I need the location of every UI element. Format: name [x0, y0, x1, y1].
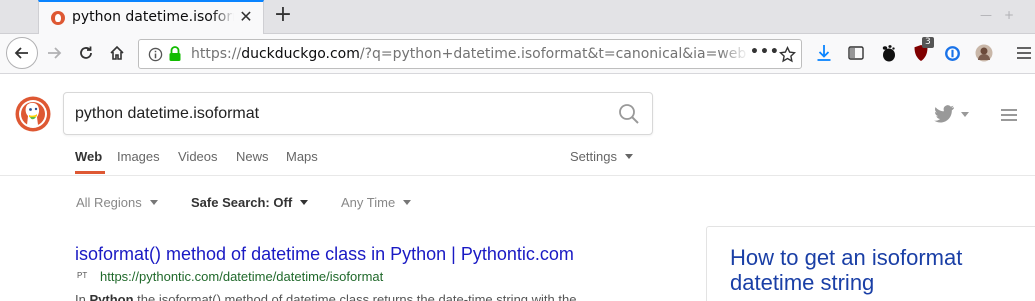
safe-search-label: Safe Search: Off: [191, 195, 293, 210]
overflow-icon: [1017, 47, 1031, 59]
snippet-prefix: In: [75, 292, 90, 301]
bookmark-star-icon[interactable]: [779, 46, 796, 63]
reload-icon: [80, 46, 92, 59]
chevron-down-icon: [624, 154, 633, 159]
result-favicon: PT: [77, 271, 88, 280]
safe-search-filter[interactable]: Safe Search: Off: [191, 195, 309, 210]
tab-maps[interactable]: Maps: [286, 149, 318, 164]
time-filter[interactable]: Any Time: [341, 195, 412, 210]
snippet-text: the isoformat() method of datetime class…: [133, 292, 577, 301]
tab-images[interactable]: Images: [117, 149, 160, 164]
chevron-down-icon: [300, 200, 309, 205]
sidebar-button[interactable]: [845, 42, 867, 64]
forward-button[interactable]: [40, 39, 68, 67]
url-path: /?q=python+datetime.isoformat&t=canonica…: [359, 46, 747, 62]
side-panel-title[interactable]: How to get an isoformat datetime string: [730, 245, 1020, 295]
settings-label: Settings: [570, 149, 617, 164]
account-button[interactable]: [973, 42, 995, 64]
home-icon: [110, 45, 124, 60]
tab-news[interactable]: News: [236, 149, 269, 164]
answer-side-panel: How to get an isoformat datetime string: [706, 226, 1035, 301]
home-button[interactable]: [103, 39, 131, 67]
password-manager-icon: [944, 45, 960, 61]
search-icon[interactable]: [618, 103, 640, 125]
snippet-highlight: Python: [89, 292, 134, 301]
new-tab-button[interactable]: +: [270, 3, 296, 29]
search-box[interactable]: [63, 92, 653, 135]
password-manager-button[interactable]: [941, 42, 963, 64]
settings-dropdown[interactable]: Settings: [570, 149, 633, 164]
chevron-down-icon: [961, 112, 969, 117]
maximize-icon[interactable]: +: [1004, 8, 1014, 22]
gnome-icon: [882, 45, 895, 62]
duckduckgo-favicon-icon: [51, 11, 65, 25]
region-filter[interactable]: All Regions: [76, 195, 158, 210]
sidebar-icon: [848, 46, 864, 60]
tab-close-icon[interactable]: ✕: [237, 8, 255, 26]
url-bar[interactable]: https://duckduckgo.com/?q=python+datetim…: [138, 39, 802, 69]
url-scheme: https://: [191, 46, 242, 62]
twitter-dropdown[interactable]: [933, 105, 975, 125]
duckduckgo-logo-icon[interactable]: [15, 96, 51, 132]
result-title-link[interactable]: isoformat() method of datetime class in …: [75, 244, 574, 265]
ddg-header: Web Images Videos News Maps Settings: [0, 75, 1035, 176]
tab-title: python datetime.isoformat: [72, 9, 234, 25]
result-url-link[interactable]: https://pythontic.com/datetime/datetime/…: [100, 269, 383, 284]
tab-strip: python datetime.isoformat ✕ + — +: [0, 0, 1035, 34]
url-text[interactable]: https://duckduckgo.com/?q=python+datetim…: [191, 46, 749, 62]
reload-button[interactable]: [72, 39, 100, 67]
overflow-menu-button[interactable]: [1013, 42, 1035, 64]
chevron-down-icon: [149, 200, 158, 205]
time-filter-label: Any Time: [341, 195, 396, 210]
tab-videos[interactable]: Videos: [178, 149, 218, 164]
active-tab-indicator: [75, 171, 105, 174]
download-icon: [817, 45, 831, 61]
info-icon[interactable]: [148, 47, 163, 62]
minimize-icon[interactable]: —: [980, 8, 992, 22]
tab-web[interactable]: Web: [75, 149, 102, 164]
hamburger-icon[interactable]: [1001, 109, 1017, 121]
navigation-toolbar: https://duckduckgo.com/?q=python+datetim…: [0, 34, 1035, 74]
lock-icon[interactable]: [168, 46, 182, 62]
search-filters: All Regions Safe Search: Off Any Time: [0, 177, 1035, 227]
browser-tab-active[interactable]: python datetime.isoformat ✕: [38, 0, 264, 34]
downloads-button[interactable]: [813, 42, 835, 64]
ublock-button[interactable]: 3: [910, 37, 934, 64]
back-button[interactable]: [6, 37, 38, 69]
chevron-down-icon: [403, 200, 412, 205]
region-filter-label: All Regions: [76, 195, 142, 210]
gnome-extension-button[interactable]: [877, 42, 899, 64]
ublock-badge: 3: [922, 37, 934, 48]
url-host: duckduckgo.com: [241, 46, 360, 62]
search-input[interactable]: [75, 104, 595, 124]
avatar: [975, 44, 993, 62]
page-actions-icon[interactable]: •••: [750, 44, 780, 60]
twitter-icon: [934, 105, 954, 123]
back-arrow-icon: [14, 47, 28, 59]
result-snippet: In Python the isoformat() method of date…: [75, 292, 635, 301]
forward-arrow-icon: [48, 47, 62, 59]
